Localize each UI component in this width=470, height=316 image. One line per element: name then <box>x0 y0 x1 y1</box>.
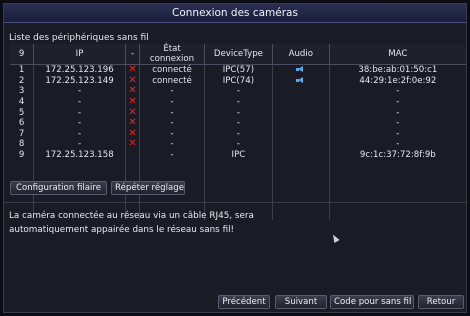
x-mark-icon[interactable]: ✕ <box>128 107 136 118</box>
cell-connection-state: - <box>139 96 205 108</box>
cell-audio <box>272 117 330 129</box>
cell-device-type: - <box>204 107 273 118</box>
x-mark-icon[interactable]: ✕ <box>128 96 136 107</box>
cell-ip: - <box>33 117 126 129</box>
cell-mac: 44:29:1e:2f:0e:92 <box>359 75 437 86</box>
cell-number: 5 <box>10 107 35 118</box>
cell-number: 1 <box>10 64 35 76</box>
cell-audio <box>272 64 330 76</box>
column-header-ip[interactable]: IP <box>33 44 126 65</box>
cell-device-type: - <box>204 86 273 97</box>
cell-mac: - <box>396 139 400 150</box>
column-header-status[interactable]: - <box>125 44 141 65</box>
camera-connection-window: Connexion des caméras Liste des périphér… <box>3 3 467 313</box>
x-mark-icon[interactable]: ✕ <box>128 138 136 149</box>
table-row[interactable]: 9 172.25.123.158 - IPC 9c:1c:37:72:8f:9b <box>10 149 466 161</box>
column-header-device-type[interactable]: DeviceType <box>204 44 273 65</box>
cell-ip: - <box>33 96 126 108</box>
x-mark-icon[interactable]: ✕ <box>128 128 136 139</box>
cell-device-type: - <box>204 96 273 108</box>
speaker-icon[interactable] <box>296 66 305 73</box>
info-text: La caméra connectée au réseau via un câb… <box>9 209 339 237</box>
cell-number: 6 <box>10 117 35 129</box>
cell-ip: - <box>33 139 126 150</box>
table-row[interactable]: 8- ✕ - - - <box>10 139 466 150</box>
cell-device-type: - <box>204 128 273 140</box>
previous-button[interactable]: Précédent <box>218 295 270 309</box>
cell-number: 3 <box>10 86 35 97</box>
cell-audio <box>272 86 330 97</box>
cell-device-type: IPC(74) <box>204 75 273 87</box>
x-mark-icon[interactable]: ✕ <box>128 75 136 86</box>
empty-cell <box>329 160 466 220</box>
x-mark-icon[interactable]: ✕ <box>128 85 136 96</box>
info-line-1: La caméra connectée au réseau via un câb… <box>9 211 254 221</box>
cell-number: 2 <box>10 75 35 87</box>
cell-connection-state: connecté <box>139 75 205 87</box>
table-row[interactable]: 5- ✕ - - - <box>10 107 466 118</box>
x-mark-icon[interactable]: ✕ <box>128 117 136 128</box>
cell-mac: 38:be:ab:01:50:c1 <box>358 65 438 76</box>
cell-audio <box>272 128 330 140</box>
cell-device-type: - <box>204 117 273 129</box>
cell-connection-state: - <box>139 139 205 150</box>
cell-ip: - <box>33 86 126 97</box>
table-row[interactable]: 4- ✕ - - - <box>10 97 466 108</box>
cell-status <box>125 149 141 161</box>
cell-connection-state: - <box>139 149 205 161</box>
cell-ip: - <box>33 107 126 118</box>
cell-mac: 9c:1c:37:72:8f:9b <box>359 150 436 161</box>
table-row[interactable]: 3- ✕ - - - <box>10 86 466 97</box>
cell-mac: - <box>396 118 400 129</box>
cell-connection-state: - <box>139 86 205 97</box>
cell-audio <box>272 139 330 150</box>
cell-mac: - <box>396 128 400 139</box>
cell-connection-state: - <box>139 128 205 140</box>
table-header-row: 9 IP - État connexion DeviceType Audio M… <box>10 44 466 65</box>
column-header-number[interactable]: 9 <box>10 44 35 65</box>
table-row[interactable]: 2 172.25.123.149 ✕ connecté IPC(74) 44:29:1e:… <box>10 75 466 87</box>
cell-ip: 172.25.123.196 <box>33 64 126 76</box>
cell-number: 9 <box>10 149 35 161</box>
speaker-icon[interactable] <box>296 76 305 84</box>
info-line-2: automatiquement appairée dans le réseau … <box>9 225 235 235</box>
cell-ip: 172.25.123.149 <box>33 75 126 87</box>
column-header-audio[interactable]: Audio <box>272 44 330 65</box>
back-button[interactable]: Retour <box>418 295 464 309</box>
cell-audio <box>272 75 330 87</box>
divider <box>4 202 466 203</box>
cell-mac: - <box>396 107 400 118</box>
cell-ip: - <box>33 128 126 140</box>
cell-number: 7 <box>10 128 35 140</box>
cell-device-type: IPC(57) <box>204 64 273 76</box>
table-row[interactable]: 6- ✕ - - - <box>10 118 466 129</box>
cell-number: 4 <box>10 96 35 108</box>
next-button[interactable]: Suivant <box>275 295 327 309</box>
wired-configuration-button[interactable]: Configuration filaire <box>10 181 107 195</box>
cell-mac: - <box>396 97 400 108</box>
table-row[interactable]: 7- ✕ - - - <box>10 128 466 140</box>
cell-connection-state: - <box>139 107 205 118</box>
repeat-setting-button[interactable]: Répéter réglage <box>111 181 185 195</box>
cell-connection-state: - <box>139 117 205 129</box>
cell-connection-state: connecté <box>139 64 205 76</box>
window-title: Connexion des caméras <box>4 4 466 23</box>
cell-audio <box>272 107 330 118</box>
cell-audio <box>272 96 330 108</box>
cell-audio <box>272 149 330 161</box>
cell-device-type: IPC <box>204 149 273 161</box>
cell-mac: - <box>396 86 400 97</box>
x-mark-icon[interactable]: ✕ <box>128 64 136 75</box>
column-header-mac[interactable]: MAC <box>329 44 466 65</box>
cell-number: 8 <box>10 139 35 150</box>
cell-ip: 172.25.123.158 <box>33 149 126 161</box>
column-header-connection-state[interactable]: État connexion <box>139 44 205 65</box>
device-list-title: Liste des périphériques sans fil <box>9 33 149 43</box>
cell-device-type: - <box>204 139 273 150</box>
wireless-code-button[interactable]: Code pour sans fil <box>330 295 414 309</box>
table-row[interactable]: 1 172.25.123.196 ✕ connecté IPC(57) 38:be:ab:… <box>10 64 466 76</box>
cell-status: ✕ <box>125 138 141 150</box>
